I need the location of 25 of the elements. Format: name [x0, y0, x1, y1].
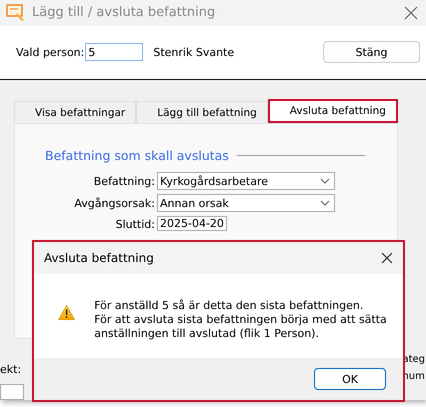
close-icon[interactable]	[381, 252, 393, 264]
app-icon	[6, 4, 26, 22]
date-field[interactable]: 2025-04-20	[157, 216, 227, 231]
tab[interactable]: Lägg till befattning	[136, 101, 268, 123]
partial-field	[0, 384, 24, 400]
field-label: Avgångsorsak:	[73, 196, 155, 210]
dialog-message: För anställd 5 så är detta den sista befattningen. För att avsluta sista befattningen börja med att sätta anställningen till avslutad (flik 1 Person).	[94, 299, 388, 341]
field-label: Sluttid:	[114, 218, 155, 230]
section-title: Befattning som skall avslutas	[45, 148, 229, 163]
window-title: Lägg till / avsluta befattning	[32, 5, 216, 20]
tab[interactable]: Visa befattningar	[14, 101, 136, 123]
field-label: Befattning:	[92, 174, 155, 188]
partial-label: ekt:	[0, 363, 22, 378]
dropdown[interactable]: Annan orsak	[157, 194, 335, 212]
ok-button[interactable]: OK	[314, 368, 386, 390]
person-label: Vald person:	[16, 46, 84, 59]
tab[interactable]: Avsluta befattning	[268, 99, 398, 123]
close-button[interactable]: Stäng	[323, 41, 420, 64]
person-name: Stenrik Svante	[153, 46, 236, 59]
chevron-icon	[320, 178, 330, 184]
person-field[interactable]: 5	[85, 43, 144, 62]
dialog-title: Avsluta befattning	[44, 251, 154, 265]
dropdown[interactable]: Kyrkogårdsarbetare	[157, 172, 335, 190]
close-icon[interactable]	[404, 6, 418, 20]
chevron-icon	[320, 200, 330, 206]
